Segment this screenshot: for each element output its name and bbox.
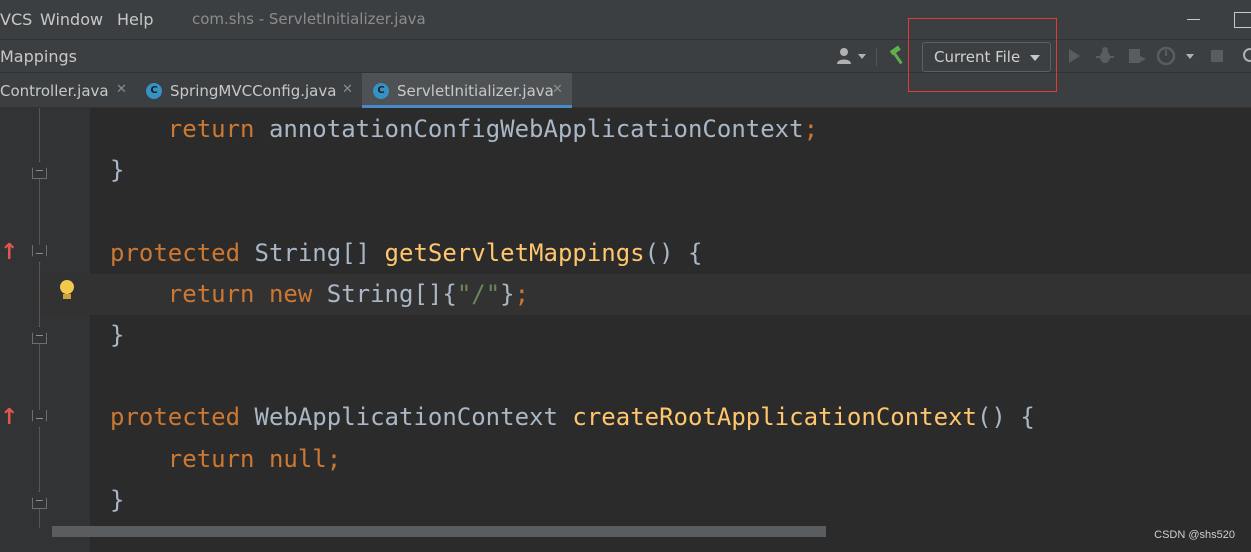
debug-icon[interactable] — [1094, 45, 1116, 67]
code-token: protected — [110, 238, 241, 267]
search-icon[interactable] — [1240, 45, 1251, 67]
class-icon: C — [146, 83, 162, 99]
breadcrumb[interactable]: Mappings — [0, 47, 77, 66]
watermark: CSDN @shs520 — [1154, 529, 1235, 541]
code-token: protected — [110, 403, 241, 432]
override-arrow-icon[interactable]: ↑ — [0, 240, 18, 265]
code-line: } — [110, 320, 124, 350]
window-title: com.shs - ServletInitializer.java — [192, 10, 426, 28]
menu-help[interactable]: Help — [117, 10, 153, 29]
close-icon[interactable]: ✕ — [116, 82, 127, 97]
code-token: ; — [803, 115, 819, 143]
user-icon[interactable] — [835, 45, 869, 67]
code-token: annotationConfigWebApplicationContext — [254, 115, 804, 143]
code-token: null; — [268, 444, 342, 473]
code-line: protected WebApplicationContext createRo… — [110, 402, 1035, 432]
code-token: String[] — [240, 238, 385, 267]
code-token: } — [110, 156, 125, 185]
tab-springmvcconfig[interactable]: C SpringMVCConfig.java ✕ — [136, 73, 362, 108]
code-token: WebApplicationContext — [240, 403, 573, 432]
code-token: new — [268, 279, 313, 308]
override-arrow-icon[interactable]: ↑ — [0, 405, 18, 430]
intention-bulb-icon[interactable] — [60, 280, 74, 294]
tab-label: Controller.java — [0, 82, 109, 100]
intention-bulb-base — [63, 294, 71, 299]
code-token: return — [167, 115, 255, 143]
menu-window[interactable]: Window — [40, 10, 103, 29]
stop-icon[interactable] — [1208, 45, 1226, 67]
navigation-toolbar: Mappings Current File — [0, 39, 1251, 73]
tab-controller[interactable]: Controller.java ✕ — [0, 73, 136, 108]
close-icon[interactable]: ✕ — [342, 82, 353, 97]
toolbar-separator — [876, 48, 877, 66]
code-token: getServletMappings — [384, 238, 645, 267]
class-icon: C — [373, 83, 389, 99]
code-token: return — [167, 279, 255, 308]
tab-label: SpringMVCConfig.java — [170, 82, 337, 100]
code-line: return annotationConfigWebApplicationCon… — [110, 114, 818, 144]
code-line: } — [110, 485, 124, 515]
code-token: ; — [514, 279, 530, 308]
code-token: "/" — [456, 279, 501, 308]
annotation-highlight-box — [908, 18, 1057, 92]
menu-bar: VCS Window Help com.shs - ServletInitial… — [0, 0, 1251, 39]
code-line: return new String[]{"/"}; — [110, 279, 529, 309]
code-line: protected String[] getServletMappings() … — [110, 238, 702, 268]
code-token: () { — [976, 403, 1035, 432]
code-token: return — [167, 444, 255, 473]
run-icon[interactable] — [1064, 45, 1084, 67]
tab-label: ServletInitializer.java — [397, 82, 554, 100]
editor-tabs: Controller.java ✕ C SpringMVCConfig.java… — [0, 73, 1251, 108]
code-token: String[]{ — [312, 279, 457, 308]
coverage-icon[interactable] — [1126, 45, 1148, 67]
code-token: createRootApplicationContext — [572, 403, 977, 432]
close-icon[interactable]: ✕ — [552, 82, 563, 97]
tab-servletinitializer[interactable]: C ServletInitializer.java ✕ — [362, 73, 572, 108]
code-token: } — [110, 321, 125, 349]
maximize-icon[interactable] — [1234, 12, 1251, 28]
code-line: return null; — [110, 444, 341, 474]
code-line: } — [110, 155, 124, 185]
code-token: () { — [644, 238, 703, 267]
menu-vcs[interactable]: VCS — [0, 10, 32, 29]
code-token: } — [110, 485, 125, 514]
build-hammer-icon[interactable] — [887, 45, 909, 67]
code-token: } — [500, 279, 515, 308]
profile-icon[interactable] — [1156, 45, 1198, 67]
horizontal-scrollbar[interactable] — [52, 526, 826, 537]
code-editor[interactable]: ↑ ↑ return annotationConfigWebApplicatio… — [0, 108, 1251, 552]
minimize-icon[interactable] — [1187, 19, 1200, 20]
